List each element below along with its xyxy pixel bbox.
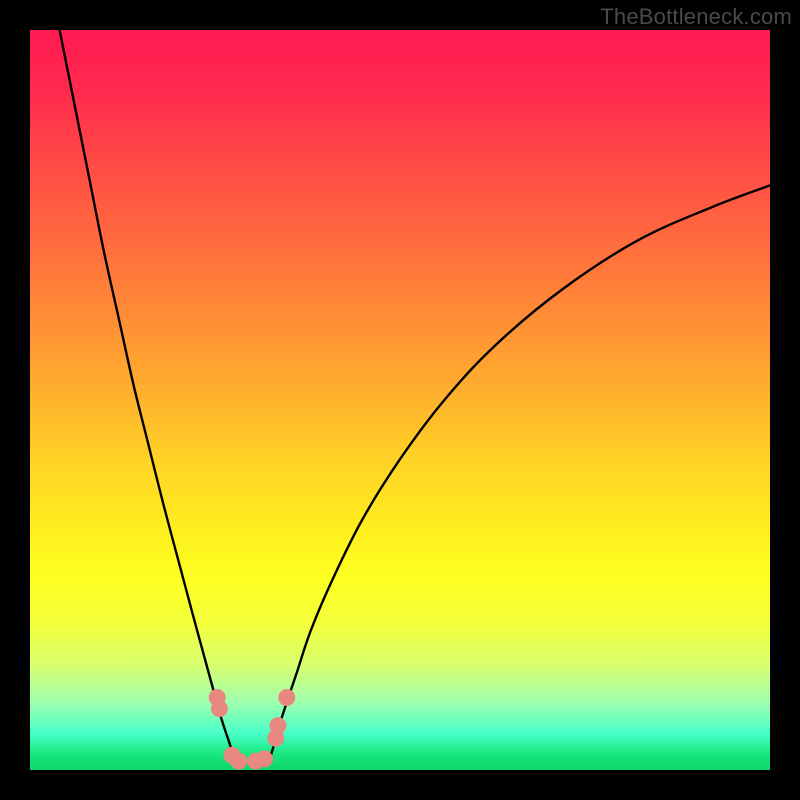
- marker-point: [230, 753, 247, 770]
- watermark-text: TheBottleneck.com: [600, 4, 792, 30]
- marker-point: [278, 689, 295, 706]
- curve-left-branch: [60, 30, 235, 761]
- outer-frame: TheBottleneck.com: [0, 0, 800, 800]
- marker-point: [269, 717, 286, 734]
- marker-point: [211, 700, 228, 717]
- plot-area: [30, 30, 770, 770]
- curve-layer: [30, 30, 770, 770]
- marker-point: [256, 750, 273, 767]
- curve-right-branch: [269, 185, 770, 761]
